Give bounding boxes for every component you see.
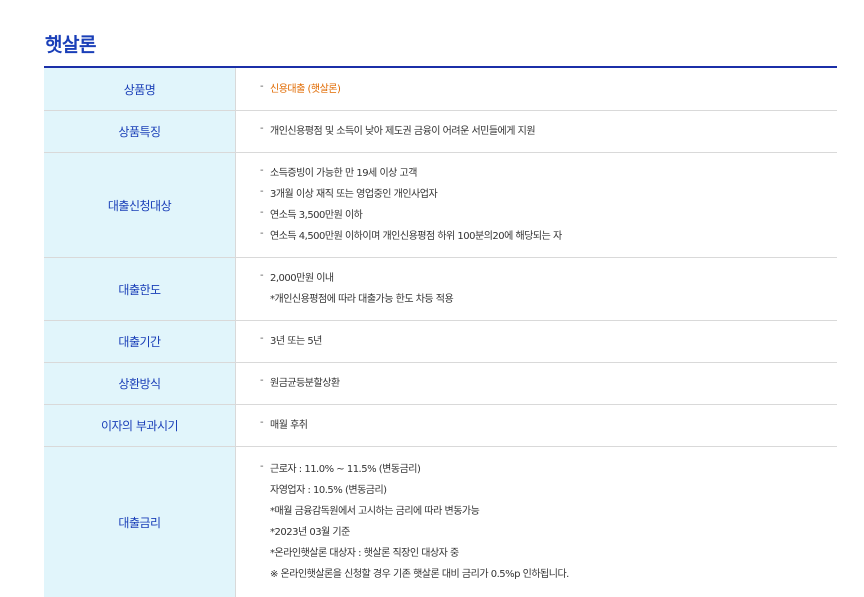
row-text: 개인신용평점 및 소득이 낮아 제도권 금융이 어려운 서민들에게 지원 [260,118,837,142]
row-text: 소득증빙이 가능한 만 19세 이상 고객 [260,160,837,184]
row-header: 상품특징 [44,111,236,152]
row-text: 연소득 3,500만원 이하 [260,202,837,226]
row-text: 연소득 4,500만원 이하이며 개인신용평점 하위 100분의20에 해당되는… [260,223,837,247]
table-row-loan-limit: 대출한도 2,000만원 이내 *개인신용평점에 따라 대출가능 한도 차등 적… [44,258,837,321]
product-info-table: 상품명 신용대출 (햇살론) 상품특징 개인신용평점 및 소득이 낮아 제도권 … [44,66,837,597]
row-header: 대출한도 [44,258,236,320]
row-header: 대출금리 [44,447,236,597]
row-text: 3개월 이상 재직 또는 영업중인 개인사업자 [260,181,837,205]
table-row-repayment: 상환방식 원금균등분할상환 [44,363,837,405]
row-content: 2,000만원 이내 *개인신용평점에 따라 대출가능 한도 차등 적용 [236,258,837,320]
row-text: 매월 후취 [260,412,837,436]
row-content: 원금균등분할상환 [236,363,837,404]
row-text: 자영업자 : 10.5% (변동금리) [270,485,387,496]
table-row-product-name: 상품명 신용대출 (햇살론) [44,68,837,111]
row-content: 신용대출 (햇살론) [236,68,837,110]
table-row-eligibility: 대출신청대상 소득증빙이 가능한 만 19세 이상 고객 3개월 이상 재직 또… [44,153,837,258]
table-row-interest-rate: 대출금리 근로자 : 11.0% ~ 11.5% (변동금리) 자영업자 : 1… [44,447,837,597]
row-note: *매월 금융감독원에서 고시하는 금리에 따라 변동가능 [270,506,480,517]
row-note: *온라인햇살론 대상자 : 햇살론 직장인 대상자 중 [270,548,459,559]
row-header: 상품명 [44,68,236,110]
table-row-interest-timing: 이자의 부과시기 매월 후취 [44,405,837,447]
row-content: 소득증빙이 가능한 만 19세 이상 고객 3개월 이상 재직 또는 영업중인 … [236,153,837,257]
row-text: 신용대출 (햇살론) [260,76,837,100]
row-text: 2,000만원 이내 [260,265,837,289]
row-header: 대출신청대상 [44,153,236,257]
row-content: 3년 또는 5년 [236,321,837,362]
row-content: 개인신용평점 및 소득이 낮아 제도권 금융이 어려운 서민들에게 지원 [236,111,837,152]
table-row-features: 상품특징 개인신용평점 및 소득이 낮아 제도권 금융이 어려운 서민들에게 지… [44,111,837,153]
row-header: 상환방식 [44,363,236,404]
row-text: 근로자 : 11.0% ~ 11.5% (변동금리) [260,456,837,480]
row-note: *개인신용평점에 따라 대출가능 한도 차등 적용 [270,294,454,305]
row-content: 근로자 : 11.0% ~ 11.5% (변동금리) 자영업자 : 10.5% … [236,447,837,597]
row-note: *2023년 03월 기준 [270,527,350,538]
row-header: 이자의 부과시기 [44,405,236,446]
table-row-loan-term: 대출기간 3년 또는 5년 [44,321,837,363]
page-title: 햇살론 [45,34,96,56]
row-content: 매월 후취 [236,405,837,446]
row-header: 대출기간 [44,321,236,362]
row-text: 3년 또는 5년 [260,328,837,352]
row-text: 원금균등분할상환 [260,370,837,394]
